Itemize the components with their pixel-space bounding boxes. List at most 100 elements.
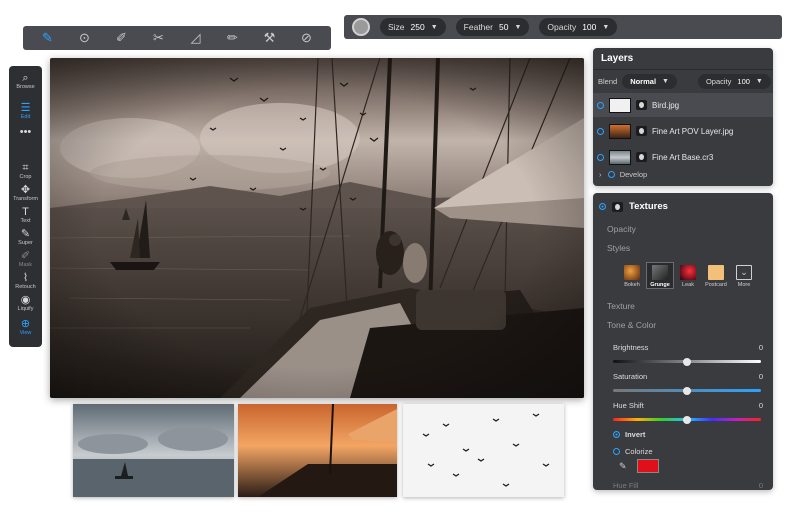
brush-icon[interactable]: ✎	[37, 28, 59, 48]
style-leak[interactable]: Leak	[675, 263, 701, 288]
hue-shift-label: Hue Shift	[613, 401, 644, 410]
photo-canvas[interactable]	[50, 58, 584, 398]
brush-preview-icon[interactable]	[352, 18, 370, 36]
module-mask[interactable]: ✐ Mask	[9, 250, 42, 268]
thumbnail-pov[interactable]	[238, 404, 397, 497]
layer-row-pov[interactable]: Fine Art POV Layer.jpg	[593, 119, 773, 143]
chevron-right-icon[interactable]: ›	[599, 170, 602, 179]
style-swatch	[680, 265, 696, 280]
thumbnail-image	[403, 404, 564, 497]
slider-thumb[interactable]	[683, 386, 691, 395]
chevron-down-icon[interactable]: ▼	[431, 24, 438, 31]
styles-section: Styles	[607, 243, 631, 253]
opacity-section[interactable]: Opacity	[607, 224, 636, 234]
chevron-down-icon[interactable]: ▼	[602, 24, 609, 31]
layer-row-base[interactable]: Fine Art Base.cr3	[593, 145, 773, 169]
opacity-value[interactable]: 100	[582, 22, 596, 32]
layer-opacity-value: 100	[737, 76, 750, 86]
more-modules[interactable]: •••	[9, 126, 42, 138]
visibility-icon[interactable]	[597, 127, 604, 135]
colorize-option[interactable]: Colorize	[613, 447, 653, 456]
thumbnail-birds[interactable]	[403, 404, 564, 497]
quick-mask-icon[interactable]: ✂	[148, 28, 170, 48]
module-super[interactable]: ✎ Super	[9, 228, 42, 246]
invert-option[interactable]: Invert	[613, 430, 645, 439]
blend-mode-select[interactable]: Normal ▼	[622, 73, 677, 89]
size-control[interactable]: Size 250 ▼	[380, 18, 446, 36]
layer-opacity-control[interactable]: Opacity 100 ▼	[697, 73, 771, 89]
colorize-toggle-icon[interactable]	[613, 448, 620, 455]
module-transform[interactable]: ✥ Transform	[9, 184, 42, 202]
chevron-down-icon: ▼	[755, 77, 763, 85]
layer-opacity-label: Opacity	[705, 76, 732, 86]
textures-header[interactable]: Textures	[599, 201, 668, 212]
masking-bug-icon[interactable]: ⊙	[74, 28, 96, 48]
layer-mask-icon[interactable]	[636, 152, 647, 162]
module-label: Edit	[20, 114, 31, 120]
develop-row[interactable]: › Develop	[599, 170, 647, 179]
develop-radio-icon[interactable]	[607, 171, 615, 178]
style-bokeh[interactable]: Bokeh	[619, 263, 645, 288]
layer-thumbnail	[609, 123, 631, 139]
filter-mask-icon[interactable]	[612, 201, 623, 212]
refine-brush-icon[interactable]: ✏	[222, 28, 244, 48]
layer-mask-icon[interactable]	[636, 100, 647, 110]
gradient-icon[interactable]: ◿	[185, 28, 207, 48]
opacity-control[interactable]: Opacity 100 ▼	[539, 18, 618, 36]
hue-shift-value[interactable]: 0	[759, 401, 763, 410]
view-zoom-icon: ⊕	[20, 318, 31, 330]
style-grunge[interactable]: Grunge	[646, 262, 674, 289]
chevron-down-icon: ⌄	[736, 265, 752, 280]
colorize-color-swatch[interactable]	[637, 459, 659, 473]
style-label: Bokeh	[624, 282, 640, 288]
layer-row-bird[interactable]: Bird.jpg	[593, 93, 773, 117]
module-label: View	[19, 330, 32, 336]
feather-value[interactable]: 50	[499, 22, 508, 32]
opacity-label: Opacity	[547, 22, 577, 32]
module-label: Browse	[16, 84, 35, 90]
style-swatch	[708, 265, 724, 280]
module-crop[interactable]: ⌗ Crop	[9, 162, 42, 180]
browse-icon: ⌕	[22, 72, 29, 84]
text-icon: T	[22, 206, 29, 218]
module-text[interactable]: T Text	[9, 206, 42, 224]
tone-color-section[interactable]: Tone & Color	[607, 320, 656, 330]
module-browse[interactable]: ⌕ Browse	[9, 72, 42, 90]
eyedropper-icon[interactable]: ✎	[619, 461, 627, 472]
hue-shift-slider[interactable]	[613, 415, 761, 424]
thumbnail-image	[238, 404, 397, 497]
visibility-icon[interactable]	[597, 153, 604, 161]
module-label: Super	[18, 240, 33, 246]
brightness-value[interactable]: 0	[759, 343, 763, 352]
module-edit[interactable]: ☰ Edit	[9, 102, 42, 120]
tool-toolbar: ✎ ⊙ ✐ ✂ ◿ ✏ ⚒ ⊘	[23, 26, 331, 50]
texture-section[interactable]: Texture	[607, 301, 635, 311]
ai-brush-icon[interactable]: ✐	[111, 28, 133, 48]
thumbnail-base[interactable]	[73, 404, 234, 497]
module-view[interactable]: ⊕ View	[9, 318, 42, 336]
layer-thumbnail	[609, 97, 631, 113]
style-postcard[interactable]: Postcard	[703, 263, 729, 288]
saturation-slider[interactable]	[613, 386, 761, 395]
chevron-down-icon[interactable]: ▼	[514, 24, 521, 31]
chisel-icon[interactable]: ⚒	[259, 28, 281, 48]
layers-title: Layers	[593, 48, 773, 70]
style-more[interactable]: ⌄ More	[731, 263, 757, 288]
blur-icon[interactable]: ⊘	[296, 28, 318, 48]
layer-mask-icon[interactable]	[636, 126, 647, 136]
saturation-label: Saturation	[613, 372, 648, 381]
hue-fill-value[interactable]: 0	[759, 481, 763, 490]
invert-toggle-icon[interactable]	[613, 431, 620, 438]
module-retouch[interactable]: ⌇ Retouch	[9, 272, 42, 290]
brightness-label: Brightness	[613, 343, 649, 352]
slider-thumb[interactable]	[683, 357, 691, 366]
size-value[interactable]: 250	[411, 22, 425, 32]
crop-icon: ⌗	[22, 162, 29, 174]
filter-enable-icon[interactable]	[599, 203, 606, 210]
brightness-slider[interactable]	[613, 357, 761, 366]
feather-control[interactable]: Feather 50 ▼	[455, 18, 530, 36]
saturation-value[interactable]: 0	[759, 372, 763, 381]
slider-thumb[interactable]	[683, 415, 691, 424]
visibility-icon[interactable]	[597, 101, 604, 109]
module-liquify[interactable]: ◉ Liquify	[9, 294, 42, 312]
